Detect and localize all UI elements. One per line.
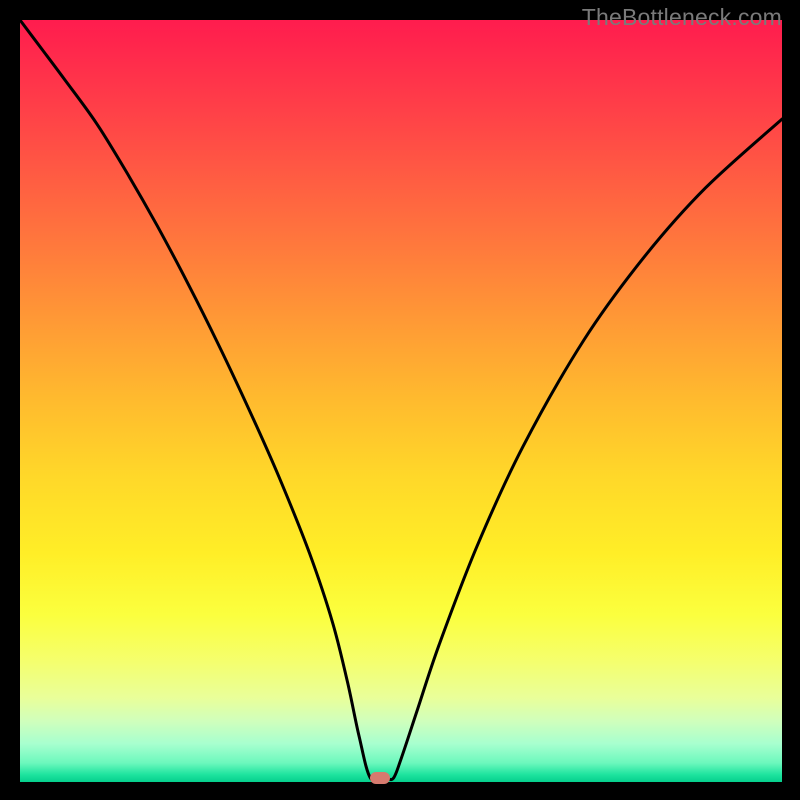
watermark-text: TheBottleneck.com	[582, 4, 782, 31]
chart-frame: TheBottleneck.com	[0, 0, 800, 800]
curve-svg	[20, 20, 782, 782]
bottleneck-curve-path	[20, 20, 782, 781]
plot-area	[20, 20, 782, 782]
optimal-point-marker	[370, 772, 390, 784]
